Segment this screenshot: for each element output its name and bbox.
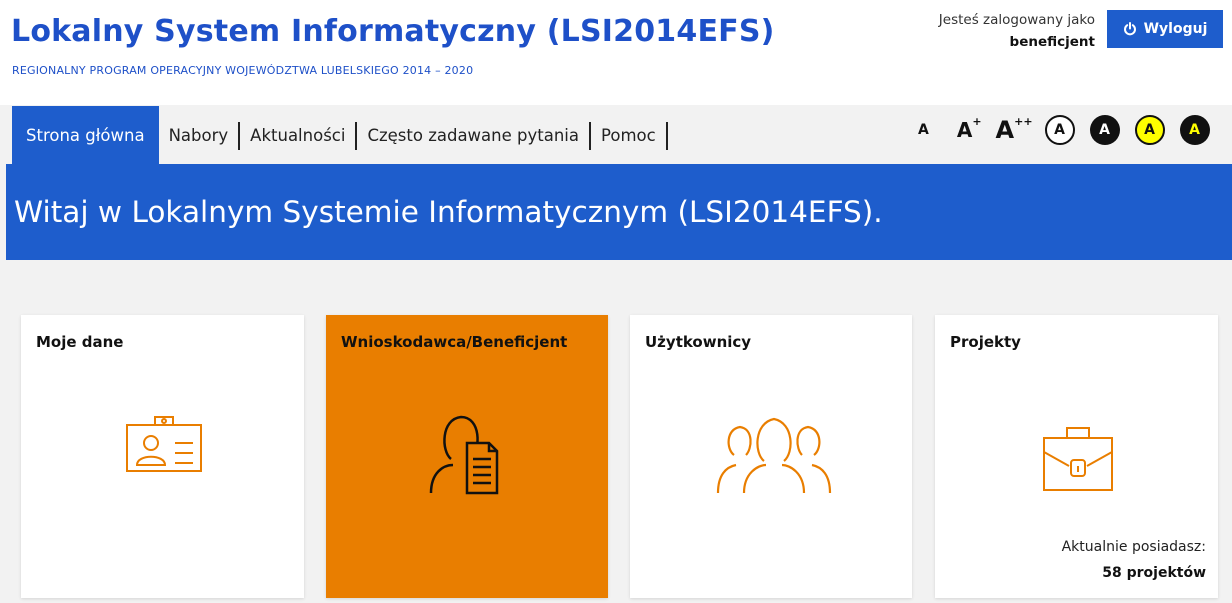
nav-item-calls[interactable]: Nabory [159, 106, 239, 165]
briefcase-icon [1041, 422, 1115, 496]
login-role: beneficjent [1009, 34, 1095, 50]
projects-info-label: Aktualnie posiadasz: [1061, 539, 1206, 555]
font-size-large-button[interactable]: A+ [956, 115, 982, 142]
tile-users[interactable]: Użytkownicy [630, 315, 912, 598]
font-size-xlarge-sup: ++ [1014, 115, 1033, 128]
font-size-xlarge-button[interactable]: A++ [995, 115, 1033, 144]
nav-separator [665, 121, 668, 150]
tile-title: Użytkownicy [645, 333, 752, 351]
font-size-normal-button[interactable]: A [918, 122, 929, 138]
tile-title: Wnioskodawca/Beneficjent [341, 333, 568, 351]
power-icon [1123, 22, 1137, 36]
nav-item-news[interactable]: Aktualności [240, 106, 355, 165]
app-title[interactable]: Lokalny System Informatyczny (LSI2014EFS… [11, 14, 775, 49]
id-card-icon [125, 413, 205, 477]
font-size-xlarge-label: A [995, 116, 1015, 144]
tile-projects[interactable]: Projekty Aktualnie posiadasz: 58 projekt… [935, 315, 1218, 598]
contrast-black-yellow-button[interactable]: A [1179, 115, 1210, 145]
users-icon [714, 415, 834, 499]
main-nav: Strona główna Nabory Aktualności Często … [12, 106, 668, 165]
logout-button[interactable]: Wyloguj [1107, 10, 1223, 48]
tile-title: Moje dane [36, 333, 124, 351]
app-subtitle: REGIONALNY PROGRAM OPERACYJNY WOJEWÓDZTW… [12, 64, 474, 77]
login-info: Jesteś zalogowany jako beneficjent [880, 9, 1095, 53]
tile-title: Projekty [950, 333, 1021, 351]
contrast-yellow-black-button[interactable]: A [1134, 115, 1165, 145]
contrast-default-button[interactable]: A [1044, 115, 1075, 145]
projects-info: Aktualnie posiadasz: 58 projektów [1062, 534, 1206, 586]
font-size-large-label: A [956, 118, 973, 142]
tile-my-data[interactable]: Moje dane [21, 315, 304, 598]
applicant-document-icon [427, 413, 507, 499]
nav-item-help[interactable]: Pomoc [591, 106, 666, 165]
nav-item-home[interactable]: Strona główna [12, 106, 159, 165]
header: Lokalny System Informatyczny (LSI2014EFS… [0, 0, 1232, 105]
tile-applicant[interactable]: Wnioskodawca/Beneficjent [326, 315, 608, 598]
nav-item-faq[interactable]: Często zadawane pytania [357, 106, 589, 165]
font-size-large-sup: + [972, 115, 982, 129]
accessibility-toolbar: A A+ A++ A A A A [918, 111, 1210, 149]
contrast-black-white-button[interactable]: A [1089, 115, 1120, 145]
login-label: Jesteś zalogowany jako [938, 12, 1095, 28]
projects-count: 58 projektów [1102, 565, 1206, 581]
welcome-banner: Witaj w Lokalnym Systemie Informatycznym… [6, 164, 1232, 260]
logout-label: Wyloguj [1143, 21, 1208, 37]
